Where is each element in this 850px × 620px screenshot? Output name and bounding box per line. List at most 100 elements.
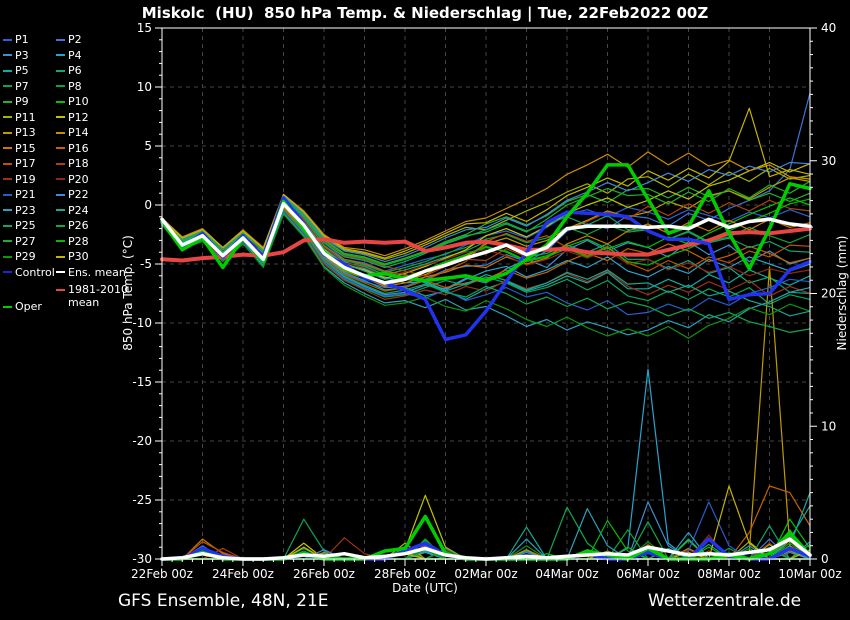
y-right-tick-label: 40 xyxy=(821,21,836,35)
legend-swatch xyxy=(3,178,12,180)
legend-item-P3: P3 xyxy=(3,48,56,64)
legend-item-P17: P17 xyxy=(3,156,56,172)
legend-swatch xyxy=(3,240,12,242)
legend-label: P3 xyxy=(15,49,29,62)
legend-item-P16: P16 xyxy=(56,141,156,157)
legend-item-P6: P6 xyxy=(56,63,156,79)
oper-swatch xyxy=(3,306,12,308)
y-right-tick-label: 0 xyxy=(821,552,829,566)
legend-swatch xyxy=(56,163,65,165)
legend-label: Control xyxy=(15,266,55,279)
legend-swatch xyxy=(3,101,12,103)
x-tick-label: 04Mar 00z xyxy=(535,567,598,581)
legend-item-ens-mean: Ens. mean xyxy=(56,265,156,281)
y-left-tick-label: -30 xyxy=(132,552,152,566)
legend-swatch xyxy=(3,271,12,273)
legend-swatch xyxy=(3,132,12,134)
legend-item-P22: P22 xyxy=(56,187,156,203)
y-right-tick-label: 20 xyxy=(821,287,836,301)
legend-swatch xyxy=(56,225,65,227)
footer-brand: Wetterzentrale.de xyxy=(648,591,801,611)
legend-swatch xyxy=(56,70,65,72)
legend-swatch xyxy=(56,54,65,56)
legend-item-P28: P28 xyxy=(56,234,156,250)
legend-label: P1 xyxy=(15,33,29,46)
footer-model-info: GFS Ensemble, 48N, 21E xyxy=(118,591,329,611)
legend-item-P10: P10 xyxy=(56,94,156,110)
legend-swatch xyxy=(56,256,65,258)
legend-item-P24: P24 xyxy=(56,203,156,219)
legend-item-P19: P19 xyxy=(3,172,56,188)
legend-swatch xyxy=(56,178,65,180)
legend-label: P14 xyxy=(68,126,89,139)
legend-label: P12 xyxy=(68,111,89,124)
gridlines xyxy=(162,28,810,559)
y-right-tick-label: 30 xyxy=(821,154,836,168)
legend-item-control: Control xyxy=(3,265,56,281)
legend-label: Ens. mean xyxy=(68,266,126,279)
legend-item-P7: P7 xyxy=(3,79,56,95)
legend-label: P28 xyxy=(68,235,89,248)
legend-item-oper: Oper xyxy=(3,300,42,313)
legend-item-P8: P8 xyxy=(56,79,156,95)
legend-swatch xyxy=(56,194,65,196)
legend-label: P10 xyxy=(68,95,89,108)
legend-swatch xyxy=(3,225,12,227)
legend-item-P13: P13 xyxy=(3,125,56,141)
legend-label: P27 xyxy=(15,235,36,248)
legend-item-P15: P15 xyxy=(3,141,56,157)
legend-swatch xyxy=(56,132,65,134)
x-tick-label: 10Mar 00z xyxy=(778,567,841,581)
legend-item-P29: P29 xyxy=(3,249,56,265)
clim-swatch xyxy=(56,289,65,291)
legend-label: P5 xyxy=(15,64,29,77)
legend-item-P18: P18 xyxy=(56,156,156,172)
legend-swatch xyxy=(56,85,65,87)
legend-item-P12: P12 xyxy=(56,110,156,126)
legend-label: P9 xyxy=(15,95,29,108)
legend-item-P4: P4 xyxy=(56,48,156,64)
legend-label: P8 xyxy=(68,80,82,93)
legend-swatch xyxy=(3,85,12,87)
x-tick-label: 28Feb 00z xyxy=(374,567,436,581)
legend-label: P30 xyxy=(68,250,89,263)
y-left-tick-label: -15 xyxy=(132,375,152,389)
legend-label: P15 xyxy=(15,142,36,155)
legend-label: P6 xyxy=(68,64,82,77)
oper-label: Oper xyxy=(15,300,42,313)
legend-item-P2: P2 xyxy=(56,32,156,48)
x-tick-label: 24Feb 00z xyxy=(212,567,274,581)
clim-label: 1981-2010 mean xyxy=(68,283,128,309)
legend-label: P11 xyxy=(15,111,36,124)
legend-label: P26 xyxy=(68,219,89,232)
y-right-tick-label: 10 xyxy=(821,419,836,433)
legend-item-P20: P20 xyxy=(56,172,156,188)
x-tick-label: 02Mar 00z xyxy=(454,567,517,581)
legend-item-P5: P5 xyxy=(3,63,56,79)
legend-swatch xyxy=(56,101,65,103)
legend-item-P23: P23 xyxy=(3,203,56,219)
x-tick-label: 06Mar 00z xyxy=(616,567,679,581)
legend-swatch xyxy=(56,116,65,118)
y-left-tick-label: -20 xyxy=(132,434,152,448)
legend-swatch xyxy=(3,163,12,165)
y-right-axis-title: Niederschlag (mm) xyxy=(835,236,849,351)
legend-label: P4 xyxy=(68,49,82,62)
x-tick-label: 26Feb 00z xyxy=(293,567,355,581)
legend-item-clim: 1981-2010 mean xyxy=(56,283,128,309)
legend-swatch xyxy=(56,240,65,242)
legend-item-P11: P11 xyxy=(3,110,56,126)
legend-item-P25: P25 xyxy=(3,218,56,234)
legend-label: P17 xyxy=(15,157,36,170)
legend-label: P25 xyxy=(15,219,36,232)
legend-swatch xyxy=(56,147,65,149)
legend-label: P16 xyxy=(68,142,89,155)
legend-label: P18 xyxy=(68,157,89,170)
y-left-tick-label: -10 xyxy=(132,316,152,330)
x-tick-label: 22Feb 00z xyxy=(131,567,193,581)
legend-item-P26: P26 xyxy=(56,218,156,234)
legend-label: P20 xyxy=(68,173,89,186)
legend-swatch xyxy=(3,194,12,196)
legend-label: P19 xyxy=(15,173,36,186)
legend-swatch xyxy=(3,116,12,118)
